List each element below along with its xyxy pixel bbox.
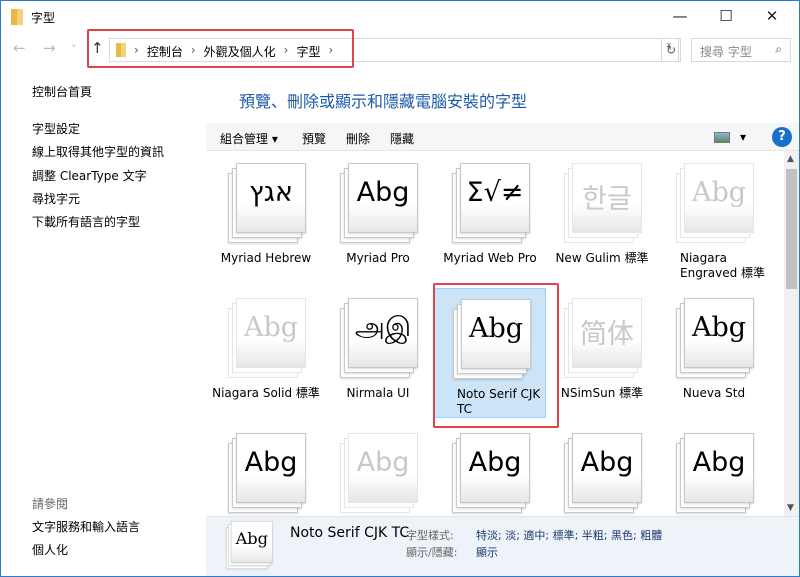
- find-character-link[interactable]: 尋找字元: [32, 190, 80, 207]
- highlight-box: [433, 283, 559, 428]
- see-also-label: 請參閱: [32, 497, 69, 511]
- font-item[interactable]: Abg: [658, 423, 770, 516]
- font-file-icon: אגץ: [228, 163, 306, 243]
- font-file-icon: அஇ: [340, 298, 418, 378]
- recent-locations-button[interactable]: ˅: [71, 43, 77, 56]
- scrollbar-thumb[interactable]: [786, 169, 797, 289]
- font-file-icon: 한글: [564, 163, 642, 243]
- show-hide-value: 顯示: [476, 546, 498, 559]
- font-item[interactable]: Abg: [546, 423, 658, 516]
- font-name: Myriad Hebrew: [220, 251, 312, 265]
- font-item[interactable]: 한글 New Gulim 標準: [546, 153, 658, 283]
- window-title: 字型: [31, 11, 56, 25]
- fonts-folder-icon: [11, 9, 23, 25]
- font-name: Myriad Pro: [346, 251, 410, 265]
- font-file-icon: Abg: [228, 433, 306, 513]
- delete-button[interactable]: 刪除: [346, 130, 370, 147]
- organize-button[interactable]: 組合管理 ▾: [220, 130, 278, 147]
- personalization-link[interactable]: 個人化: [32, 541, 68, 558]
- font-glyph-preview: Abg: [356, 447, 410, 478]
- refresh-button[interactable]: ↻: [661, 38, 681, 62]
- toolbar: 組合管理 ▾ 預覽 刪除 隱藏 ▾ ?: [206, 123, 799, 151]
- font-file-icon: 简体: [564, 298, 642, 378]
- font-file-icon: Abg: [676, 433, 754, 513]
- font-file-icon: Abg: [340, 163, 418, 243]
- font-glyph-preview: அஇ: [354, 312, 412, 343]
- font-item[interactable]: Abg: [210, 423, 322, 516]
- back-button[interactable]: ←: [13, 39, 26, 57]
- get-more-fonts-link[interactable]: 線上取得其他字型的資訊: [32, 143, 164, 160]
- view-icon[interactable]: [714, 132, 730, 143]
- left-pane: 控制台首頁 字型設定 線上取得其他字型的資訊 調整 ClearType 文字 尋…: [1, 63, 206, 576]
- search-icon: ⌕: [775, 42, 782, 56]
- font-glyph-preview: Abg: [691, 177, 747, 208]
- font-preview-icon: Abg: [226, 521, 273, 569]
- font-glyph-preview: אגץ: [249, 177, 293, 208]
- font-item[interactable]: 简体 NSimSun 標準: [546, 288, 658, 418]
- maximize-button[interactable]: ☐: [703, 5, 749, 29]
- font-style-value: 特淡; 淡; 適中; 標準; 半粗; 黑色; 粗體: [476, 529, 663, 542]
- font-name: Nirmala UI: [346, 386, 410, 400]
- hide-button[interactable]: 隱藏: [390, 130, 414, 147]
- font-item[interactable]: Abg Niagara Engraved 標準: [658, 153, 770, 283]
- font-item[interactable]: Abg: [434, 423, 546, 516]
- font-glyph-preview: Abg: [356, 177, 410, 208]
- font-glyph-preview: Abg: [468, 447, 522, 478]
- font-file-icon: Abg: [340, 433, 418, 513]
- font-name: Myriad Web Pro: [443, 251, 537, 265]
- show-hide-label: 顯示/隱藏:: [406, 546, 458, 559]
- font-name: Nueva Std: [682, 386, 746, 400]
- font-file-icon: Abg: [452, 433, 530, 513]
- view-dropdown[interactable]: ▾: [740, 130, 746, 144]
- details-pane: Abg Noto Serif CJK TC 字型樣式: 特淡; 淡; 適中; 標…: [206, 516, 799, 576]
- font-item[interactable]: Σ√≠ Myriad Web Pro: [434, 153, 546, 283]
- vertical-scrollbar[interactable]: ▲ ▼: [784, 151, 799, 516]
- font-item[interactable]: Abg Myriad Pro: [322, 153, 434, 283]
- font-glyph-preview: 简体: [580, 319, 634, 350]
- font-style-label: 字型樣式:: [406, 529, 454, 542]
- font-glyph-preview: Abg: [692, 447, 746, 478]
- font-name: Niagara Solid 標準: [212, 386, 320, 400]
- font-glyph-preview: Σ√≠: [466, 177, 524, 208]
- font-file-icon: Abg: [564, 433, 642, 513]
- page-title: 預覽、刪除或顯示和隱藏電腦安裝的字型: [239, 92, 528, 111]
- font-file-icon: Abg: [676, 298, 754, 378]
- scroll-up-arrow[interactable]: ▲: [787, 154, 794, 164]
- font-name: Niagara Engraved 標準: [680, 251, 766, 280]
- cleartype-link[interactable]: 調整 ClearType 文字: [32, 167, 147, 184]
- minimize-button[interactable]: —: [657, 5, 703, 29]
- font-glyph-preview: Abg: [243, 312, 299, 343]
- download-fonts-link[interactable]: 下載所有語言的字型: [32, 213, 140, 230]
- font-glyph-preview: 한글: [582, 184, 632, 215]
- text-services-link[interactable]: 文字服務和輸入語言: [32, 518, 140, 535]
- search-input[interactable]: 搜尋 字型 ⌕: [691, 38, 791, 62]
- font-item[interactable]: அஇ Nirmala UI: [322, 288, 434, 418]
- forward-button[interactable]: →: [43, 39, 56, 57]
- help-button[interactable]: ?: [772, 127, 792, 147]
- font-file-icon: Abg: [676, 163, 754, 243]
- font-item[interactable]: Abg: [322, 423, 434, 516]
- font-item[interactable]: Abg Niagara Solid 標準: [210, 288, 322, 418]
- font-file-icon: Abg: [228, 298, 306, 378]
- font-file-icon: Σ√≠: [452, 163, 530, 243]
- font-name: New Gulim 標準: [555, 251, 649, 265]
- font-glyph-preview: Abg: [244, 447, 298, 478]
- font-item[interactable]: Abg Nueva Std: [658, 288, 770, 418]
- font-name: NSimSun 標準: [560, 386, 644, 400]
- font-glyph-preview: Abg: [580, 447, 634, 478]
- details-font-name: Noto Serif CJK TC: [290, 525, 410, 541]
- preview-button[interactable]: 預覽: [302, 130, 326, 147]
- font-settings-link[interactable]: 字型設定: [32, 120, 80, 137]
- control-panel-home-link[interactable]: 控制台首頁: [32, 83, 92, 100]
- scroll-down-arrow[interactable]: ▼: [787, 503, 794, 513]
- font-glyph-preview: Abg: [691, 312, 747, 343]
- font-item[interactable]: אגץ Myriad Hebrew: [210, 153, 322, 283]
- close-button[interactable]: ✕: [749, 5, 795, 29]
